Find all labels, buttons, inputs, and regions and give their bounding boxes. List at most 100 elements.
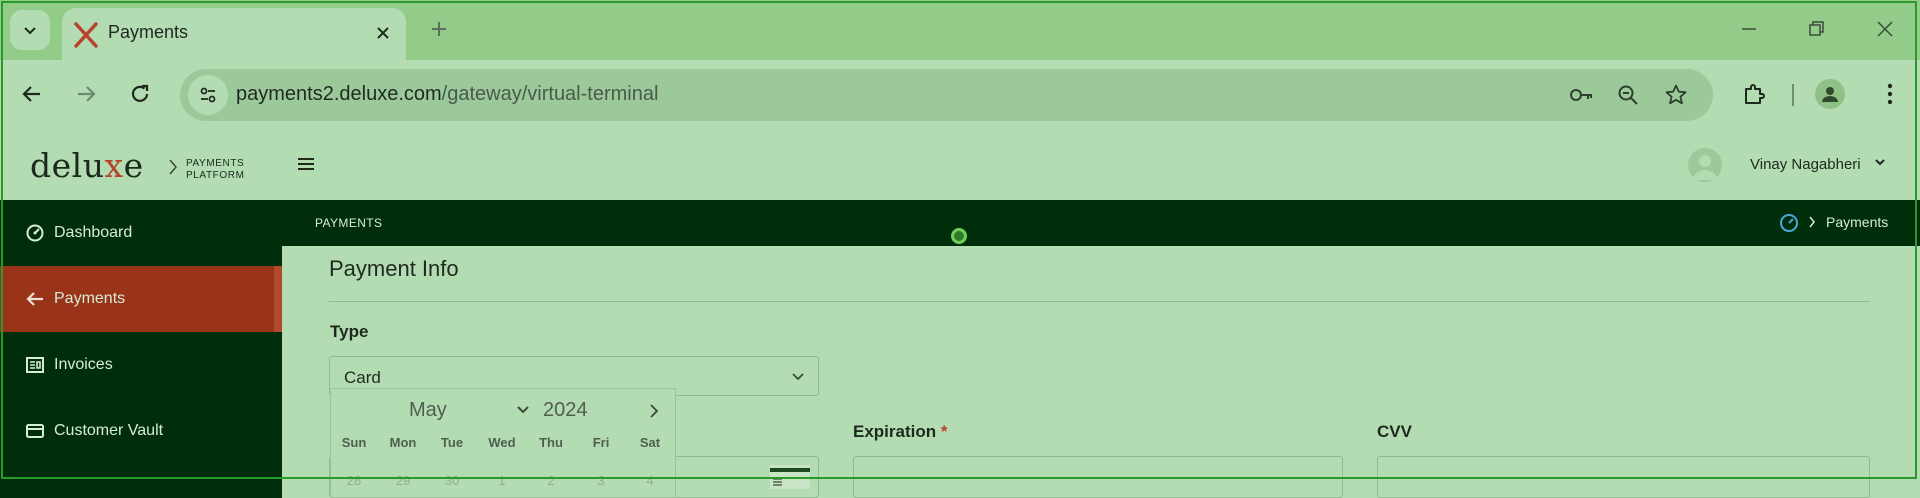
weekday-header: Wed	[488, 435, 516, 450]
logo-text-start: delu	[30, 146, 105, 185]
drag-handle[interactable]	[951, 228, 967, 244]
tab-search-button[interactable]	[10, 10, 50, 50]
expiration-input[interactable]	[853, 456, 1343, 498]
expiration-label: Expiration *	[853, 422, 947, 442]
active-indicator	[274, 266, 282, 332]
url-path: /gateway/virtual-terminal	[441, 83, 659, 105]
arrow-left-icon	[22, 86, 40, 102]
address-bar[interactable]: payments2.deluxe.com/gateway/virtual-ter…	[180, 69, 1713, 121]
cvv-input[interactable]	[1377, 456, 1870, 498]
datepicker-popup: May 2024 Sun Mon Tue Wed Thu Fri Sat 28 …	[330, 388, 676, 498]
key-icon	[1570, 89, 1592, 101]
sidebar-item-invoices[interactable]: Invoices	[0, 332, 282, 398]
sidebar-item-payments[interactable]: Payments	[0, 266, 282, 332]
sidebar-item-dashboard[interactable]: Dashboard	[0, 200, 282, 266]
toolbar-divider	[1792, 84, 1794, 106]
deluxe-favicon-icon	[74, 22, 98, 48]
user-avatar[interactable]	[1688, 148, 1722, 182]
calendar-day[interactable]: 28	[334, 473, 374, 488]
chevron-down-icon	[792, 373, 804, 381]
zoom-out-icon	[1618, 85, 1638, 105]
chevron-down-icon[interactable]	[517, 405, 529, 415]
restore-icon	[1809, 21, 1824, 36]
required-asterisk: *	[940, 422, 948, 441]
sidebar-item-label: Dashboard	[54, 224, 133, 241]
type-label: Type	[330, 322, 369, 341]
platform-line-2: PLATFORM	[186, 170, 245, 181]
plus-icon	[432, 22, 446, 36]
calendar-day[interactable]: 29	[383, 473, 423, 488]
menu-toggle-button[interactable]	[294, 152, 318, 176]
app-header: deluxe PAYMENTS PLATFORM Vinay Nagabheri	[0, 130, 1920, 200]
chevron-right-icon[interactable]	[649, 403, 659, 419]
site-info-button[interactable]	[188, 75, 228, 115]
logo-text-x: x	[104, 146, 124, 185]
hamburger-icon	[298, 158, 314, 170]
passwords-button[interactable]	[1565, 79, 1597, 111]
window-close-button[interactable]	[1868, 14, 1902, 44]
tab-title: Payments	[108, 22, 189, 42]
sidebar-item-label: Invoices	[54, 356, 113, 373]
extensions-button[interactable]	[1736, 76, 1772, 112]
url-text: payments2.deluxe.com/gateway/virtual-ter…	[236, 83, 658, 106]
section-title: Payment Info	[329, 256, 459, 281]
sidebar-item-label: Customer Vault	[54, 422, 164, 439]
browser-tab-strip: Payments	[0, 0, 1920, 60]
minimize-button[interactable]	[1732, 14, 1766, 44]
reload-button[interactable]	[122, 76, 158, 112]
cvv-label: CVV	[1377, 422, 1412, 441]
profile-button[interactable]	[1815, 79, 1845, 109]
tab-close-button[interactable]	[370, 20, 396, 46]
type-select-value: Card	[344, 368, 381, 387]
weekday-header: Mon	[389, 435, 417, 450]
tune-icon	[200, 87, 216, 103]
breadcrumb-bar: PAYMENTS Payments	[282, 200, 1920, 246]
bookmark-button[interactable]	[1660, 79, 1692, 111]
card-type-icon	[770, 465, 810, 489]
chevron-right-icon	[169, 159, 177, 175]
dashboard-icon[interactable]	[1778, 212, 1800, 234]
weekday-header: Sun	[341, 435, 367, 450]
invoice-icon	[24, 354, 46, 376]
platform-line-1: PAYMENTS	[186, 158, 245, 169]
person-icon	[1822, 87, 1838, 102]
datepicker-month[interactable]: May	[409, 399, 447, 422]
calendar-day[interactable]: 2	[531, 473, 571, 488]
calendar-day[interactable]: 1	[482, 473, 522, 488]
restore-button[interactable]	[1800, 14, 1834, 44]
browser-menu-button[interactable]	[1872, 76, 1908, 112]
calendar-day[interactable]: 4	[630, 473, 670, 488]
user-avatar-icon	[1693, 155, 1717, 180]
calendar-day[interactable]: 3	[581, 473, 621, 488]
weekday-header: Sat	[639, 435, 661, 450]
more-vertical-icon	[1887, 83, 1893, 105]
new-tab-button[interactable]	[424, 14, 454, 44]
arrow-right-icon	[78, 86, 96, 102]
zoom-button[interactable]	[1612, 79, 1644, 111]
puzzle-icon	[1745, 84, 1765, 104]
chevron-right-icon	[1809, 216, 1815, 228]
weekday-header: Tue	[440, 435, 464, 450]
dashboard-icon	[24, 222, 46, 244]
weekday-header: Fri	[592, 435, 610, 450]
chevron-down-icon[interactable]	[1874, 156, 1886, 168]
datepicker-year[interactable]: 2024	[543, 399, 588, 422]
page-section-title: PAYMENTS	[315, 216, 383, 230]
forward-button[interactable]	[68, 76, 104, 112]
expiration-label-text: Expiration	[853, 422, 937, 441]
platform-label: PAYMENTS PLATFORM	[186, 158, 245, 182]
reload-icon	[131, 84, 149, 102]
weekday-header: Thu	[539, 435, 563, 450]
close-icon	[377, 27, 389, 39]
browser-tab-payments[interactable]: Payments	[62, 8, 406, 60]
deluxe-logo[interactable]: deluxe	[30, 146, 144, 185]
user-name[interactable]: Vinay Nagabheri	[1750, 156, 1861, 173]
sidebar-item-customer-vault[interactable]: Customer Vault	[0, 398, 282, 464]
section-divider	[329, 301, 1870, 302]
back-button[interactable]	[14, 76, 50, 112]
sidebar-item-label: Payments	[54, 290, 126, 307]
breadcrumb-current: Payments	[1826, 214, 1889, 230]
calendar-day[interactable]: 30	[432, 473, 472, 488]
logo-text-end: e	[123, 146, 144, 185]
url-host: payments2.deluxe.com	[236, 83, 442, 105]
